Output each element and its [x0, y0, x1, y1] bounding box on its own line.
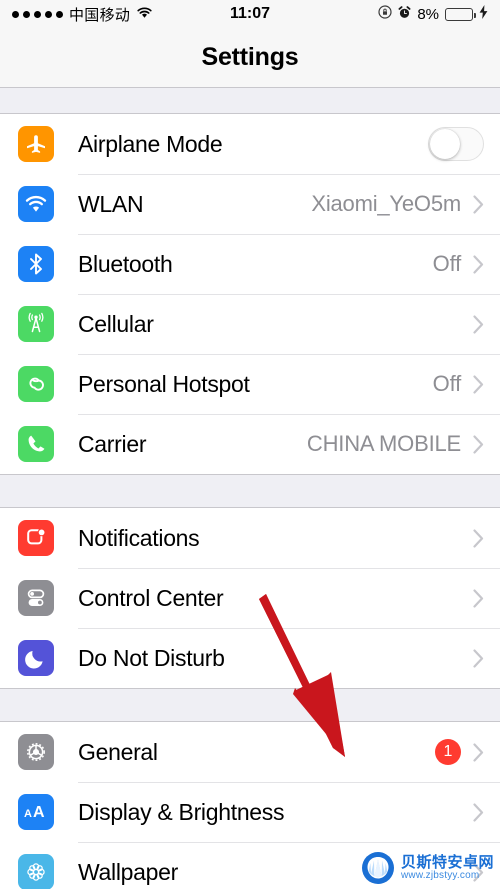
settings-row-control-center[interactable]: Control Center [0, 568, 500, 628]
bluetooth-icon [18, 246, 54, 282]
settings-group-connectivity: Airplane Mode WLAN Xiaomi_YeO5m Bluetoot… [0, 113, 500, 475]
settings-row-personal-hotspot[interactable]: Personal Hotspot Off [0, 354, 500, 414]
settings-row-accessory: Xiaomi_YeO5m [311, 191, 484, 217]
settings-row-cellular[interactable]: Cellular [0, 294, 500, 354]
settings-group-notifications: Notifications Control Center Do Not Dist… [0, 507, 500, 689]
wifi-icon [136, 6, 153, 23]
status-badge: 1 [435, 739, 461, 765]
settings-row-label: Carrier [78, 430, 147, 457]
settings-row-accessory [473, 528, 484, 548]
settings-row-accessory: Off [433, 251, 484, 277]
crescent-moon-icon [18, 640, 54, 676]
section-gap [0, 88, 500, 113]
settings-row-bluetooth[interactable]: Bluetooth Off [0, 234, 500, 294]
airplane-mode-toggle[interactable] [428, 127, 484, 161]
battery-icon [445, 7, 476, 21]
rotation-lock-icon [378, 5, 392, 23]
cellular-antenna-icon [18, 306, 54, 342]
settings-row-accessory [473, 648, 484, 668]
chevron-right-icon [473, 194, 484, 214]
settings-row-label: Wallpaper [78, 858, 178, 885]
chevron-right-icon [473, 742, 484, 762]
settings-row-accessory [473, 588, 484, 608]
signal-strength-dots-icon [12, 10, 63, 18]
watermark-site-name: 贝斯特安卓网 [400, 853, 494, 871]
iphone-settings-screen: 中国移动 11:07 8% Settings Airplane Mode WLA… [0, 0, 500, 889]
settings-row-accessory: CHINA MOBILE [307, 431, 484, 457]
watermark-text: 贝斯特安卓网 www.zjbstyy.com [401, 855, 494, 881]
phone-handset-icon [18, 426, 54, 462]
chevron-right-icon [473, 374, 484, 394]
lightning-bolt-icon [479, 5, 488, 23]
settings-row-airplane-mode[interactable]: Airplane Mode [0, 114, 500, 174]
status-bar: 中国移动 11:07 8% [0, 0, 500, 28]
settings-row-label: General [78, 738, 158, 765]
hotspot-state-value: Off [432, 371, 462, 396]
shell-logo-icon [361, 851, 395, 885]
settings-row-accessory [473, 802, 484, 822]
settings-row-label: WLAN [78, 190, 144, 217]
watermark-url: www.zjbstyy.com [400, 869, 480, 881]
settings-row-label: Personal Hotspot [78, 370, 250, 397]
settings-row-label: Notifications [78, 524, 200, 551]
chevron-right-icon [473, 588, 484, 608]
settings-row-wlan[interactable]: WLAN Xiaomi_YeO5m [0, 174, 500, 234]
settings-row-carrier[interactable]: Carrier CHINA MOBILE [0, 414, 500, 474]
svg-text:A: A [24, 808, 32, 820]
airplane-icon [18, 126, 54, 162]
wifi-icon [18, 186, 54, 222]
chevron-right-icon [473, 802, 484, 822]
settings-row-do-not-disturb[interactable]: Do Not Disturb [0, 628, 500, 688]
flower-wallpaper-icon [18, 854, 54, 889]
settings-row-accessory [473, 314, 484, 334]
settings-row-label: Bluetooth [78, 250, 173, 277]
page-title: Settings [201, 43, 299, 71]
svg-text:A: A [33, 804, 45, 821]
navigation-bar: Settings [0, 28, 500, 88]
settings-row-accessory [428, 127, 484, 161]
bluetooth-state-value: Off [432, 251, 462, 276]
hotspot-link-icon [18, 366, 54, 402]
section-gap [0, 475, 500, 507]
settings-row-label: Airplane Mode [78, 130, 223, 157]
settings-row-notifications[interactable]: Notifications [0, 508, 500, 568]
chevron-right-icon [473, 648, 484, 668]
carrier-name-value: CHINA MOBILE [306, 431, 461, 456]
wlan-network-value: Xiaomi_YeO5m [311, 191, 461, 216]
settings-row-label: Do Not Disturb [78, 644, 225, 671]
control-center-toggles-icon [18, 580, 54, 616]
status-bar-left: 中国移动 [12, 4, 153, 25]
settings-row-accessory: Off [433, 371, 484, 397]
settings-row-accessory: 1 [435, 739, 484, 765]
chevron-right-icon [473, 434, 484, 454]
settings-row-general[interactable]: General 1 [0, 722, 500, 782]
gear-icon [18, 734, 54, 770]
settings-row-label: Cellular [78, 310, 154, 337]
status-carrier-name: 中国移动 [69, 6, 131, 24]
chevron-right-icon [473, 254, 484, 274]
settings-row-display-brightness[interactable]: A A Display & Brightness [0, 782, 500, 842]
settings-row-label: Display & Brightness [78, 798, 285, 825]
alarm-clock-icon [398, 5, 411, 23]
battery-percent-label: 8% [417, 5, 439, 23]
aa-text-size-icon: A A [18, 794, 54, 830]
chevron-right-icon [473, 528, 484, 548]
settings-list: Airplane Mode WLAN Xiaomi_YeO5m Bluetoot… [0, 88, 500, 889]
chevron-right-icon [473, 314, 484, 334]
notification-badge-icon [18, 520, 54, 556]
toggle-knob [430, 129, 460, 159]
status-bar-right: 8% [378, 5, 488, 23]
section-gap [0, 689, 500, 721]
watermark: 贝斯特安卓网 www.zjbstyy.com [361, 851, 494, 885]
settings-row-label: Control Center [78, 584, 224, 611]
